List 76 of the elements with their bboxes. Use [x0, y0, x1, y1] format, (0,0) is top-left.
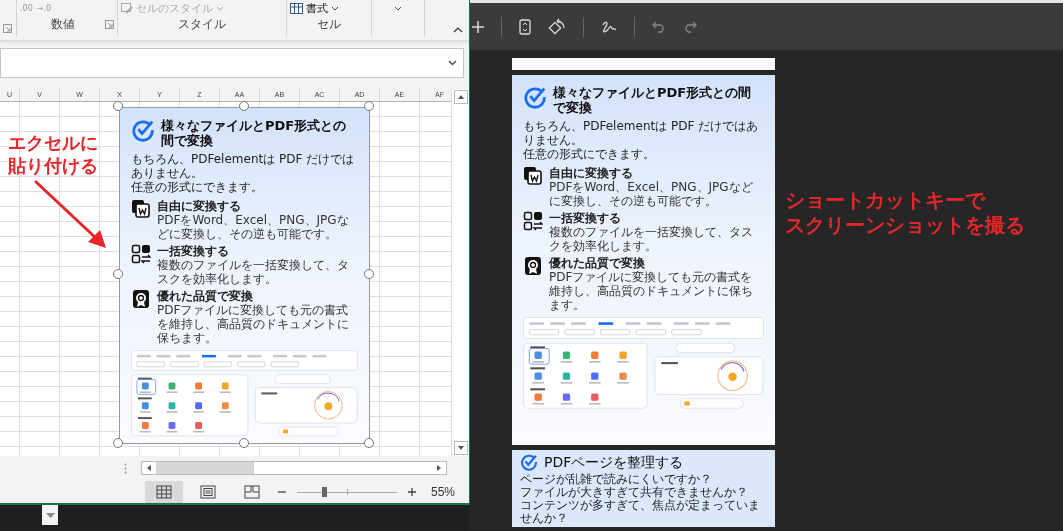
- document-icon: [523, 166, 543, 186]
- grid-arrows-icon: [131, 244, 151, 264]
- intro-text: 任意の形式にできます。: [523, 147, 656, 161]
- feature-description: PDFファイルに変換しても元の書式を維持し、高品質のドキュメントに保ちます。: [157, 303, 350, 345]
- resize-handle[interactable]: [364, 437, 374, 448]
- feature-title: 優れた品質で変換: [549, 256, 646, 270]
- page-break-icon: [243, 485, 260, 499]
- grid-arrows-icon: [523, 211, 543, 231]
- intro-text: コンテンツが多すぎて、焦点が定まっていませんか？: [520, 499, 761, 525]
- caret-icon[interactable]: [394, 6, 402, 11]
- intro-text: ファイルが大きすぎて共有できませんか？: [520, 486, 749, 499]
- checkmark-icon: [523, 85, 547, 109]
- feature-description: 複数のファイルを一括変換して、タスクを効率化します。: [157, 258, 350, 286]
- collapse-ribbon-icon[interactable]: [453, 27, 463, 33]
- zoom-in-icon[interactable]: [406, 487, 417, 497]
- splitter-icon[interactable]: [124, 462, 127, 474]
- grid-icon: [155, 485, 172, 499]
- group-label: セル: [317, 16, 341, 33]
- brush-icon: [121, 3, 133, 14]
- feature-title: 一括変換する: [549, 211, 622, 225]
- plus-icon[interactable]: [472, 20, 484, 33]
- dropdown-button[interactable]: [42, 505, 58, 525]
- annotation-text: スクリーンショットを撮る: [785, 213, 1025, 238]
- checkmark-icon: [520, 453, 538, 471]
- scroll-up-icon[interactable]: [453, 90, 468, 104]
- annotation-text: エクセルに貼り付ける: [8, 131, 99, 177]
- document-icon: [131, 199, 151, 219]
- badge-icon: [131, 289, 151, 309]
- resize-handle[interactable]: [364, 101, 374, 111]
- page-icon: [199, 485, 216, 499]
- resize-handle[interactable]: [238, 437, 249, 448]
- feature-description: PDFファイルに変換しても元の書式を維持し、高品質のドキュメントに保ちます。: [549, 270, 754, 312]
- dialog-launcher-icon[interactable]: [105, 20, 114, 29]
- undo-icon[interactable]: [652, 20, 666, 33]
- vertical-scrollbar[interactable]: [451, 89, 469, 456]
- zoom-level[interactable]: 55%: [430, 485, 455, 499]
- scroll-down-icon[interactable]: [453, 441, 468, 455]
- caret-icon: [45, 512, 55, 518]
- caret-icon: [216, 6, 224, 11]
- annotation-text: ショートカットキーで: [785, 188, 987, 213]
- group-label: 数値: [50, 16, 75, 33]
- feature-title: 優れた品質で変換: [157, 289, 254, 303]
- slider-thumb[interactable]: [321, 486, 327, 497]
- resize-handle[interactable]: [113, 269, 123, 280]
- redo-icon[interactable]: [683, 20, 697, 33]
- intro-text: もちろん、PDFelementは PDF だけではありません。: [131, 152, 356, 180]
- scrollbar-thumb[interactable]: [156, 462, 254, 474]
- page-heading: PDFページを整理する: [544, 454, 684, 470]
- feature-title: 自由に変換する: [549, 166, 634, 180]
- feature-title: 一括変換する: [157, 244, 230, 258]
- feature-title: 自由に変換する: [157, 199, 242, 213]
- badge-icon: [523, 256, 543, 276]
- fit-page-icon[interactable]: [519, 18, 531, 35]
- dialog-launcher-icon[interactable]: [3, 24, 12, 33]
- resize-handle[interactable]: [113, 101, 123, 111]
- pasted-image[interactable]: 様々なファイルとPDF形式との間で変換 もちろん、PDFelementは PDF だけではありません。 任意の形式にできます。 自由に変換する PDFをWord、Excel、PNG、JPGなどに変換し、その逆も可能です。 一括変換する 複数のファイルを一括変換して、タスクを効率化します。 優れた品質で変換 PDFファイルに変換しても元の書式を維持し、高品質のドキュメントに保ちます。: [119, 107, 370, 444]
- resize-handle[interactable]: [364, 269, 374, 280]
- group-label: スタイル: [178, 16, 226, 33]
- resize-handle[interactable]: [113, 437, 123, 448]
- page-heading: 様々なファイルとPDF形式との間で変換: [553, 85, 753, 115]
- normal-view-button[interactable]: [144, 481, 183, 503]
- table-icon: [290, 3, 303, 14]
- intro-text: ページが乱雑で読みにくいですか？: [520, 473, 713, 486]
- feature-description: PDFをWord、Excel、PNG、JPGなどに変換し、その逆も可能です。: [549, 180, 754, 208]
- resize-handle[interactable]: [238, 101, 249, 111]
- horizontal-scrollbar[interactable]: [141, 461, 447, 475]
- rotate-icon[interactable]: [548, 17, 566, 36]
- intro-text: 任意の形式にできます。: [131, 180, 264, 194]
- intro-text: もちろん、PDFelementは PDF だけではありません。: [523, 119, 760, 147]
- feature-description: PDFをWord、Excel、PNG、JPGなどに変換し、その逆も可能です。: [157, 213, 350, 241]
- checkmark-icon: [131, 118, 155, 142]
- expand-icon[interactable]: [448, 60, 457, 66]
- format-button[interactable]: 書式: [290, 1, 339, 16]
- caret-icon: [331, 6, 339, 11]
- page-heading: 様々なファイルとPDF形式との間で変換: [161, 118, 348, 148]
- feature-description: 複数のファイルを一括変換して、タスクを効率化します。: [549, 225, 754, 253]
